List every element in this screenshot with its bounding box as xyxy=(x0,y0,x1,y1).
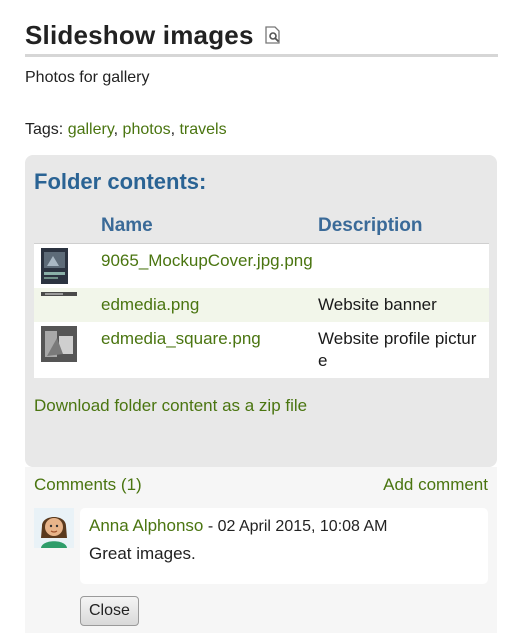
comment-meta: Anna Alphonso - 02 April 2015, 10:08 AM xyxy=(89,516,479,536)
page-description: Photos for gallery xyxy=(25,69,150,86)
table-row: edmedia_square.png Website profile pictu… xyxy=(34,322,489,378)
download-zip-link[interactable]: Download folder content as a zip file xyxy=(34,396,307,415)
comment-separator: - xyxy=(203,518,218,535)
name-cell: edmedia.png xyxy=(101,288,318,322)
page: Slideshow images Photos for gallery Tags… xyxy=(0,0,512,640)
header-name: Name xyxy=(101,215,318,244)
thumb-cell xyxy=(34,288,101,322)
close-button[interactable]: Close xyxy=(80,596,139,626)
name-cell: edmedia_square.png xyxy=(101,322,318,378)
header-description: Description xyxy=(318,215,489,244)
comments-count-link[interactable]: Comments (1) xyxy=(34,475,142,495)
tag-link-gallery[interactable]: gallery xyxy=(68,121,114,138)
download-line: Download folder content as a zip file xyxy=(34,396,488,416)
image-thumbnail-banner[interactable] xyxy=(41,292,77,296)
tags-line: Tags: gallery, photos, travels xyxy=(25,121,227,138)
file-link[interactable]: 9065_MockupCover.jpg.png xyxy=(101,251,313,270)
comment-date: 02 April 2015, 10:08 AM xyxy=(217,518,388,535)
file-table-header: Name Description xyxy=(34,215,489,244)
table-row: 9065_MockupCover.jpg.png xyxy=(34,243,489,288)
page-title: Slideshow images xyxy=(25,19,254,50)
thumb-cell xyxy=(34,243,101,288)
file-description xyxy=(318,243,489,288)
comments-header: Comments (1) Add comment xyxy=(34,475,488,495)
comments-section: Comments (1) Add comment Anna Alphonso -… xyxy=(25,467,497,633)
file-link[interactable]: edmedia_square.png xyxy=(101,329,261,348)
tag-link-photos[interactable]: photos xyxy=(123,121,171,138)
file-table: Name Description 9065_MockupCover.jpg.pn… xyxy=(34,215,489,378)
file-link[interactable]: edmedia.png xyxy=(101,295,199,314)
header-thumb xyxy=(34,215,101,244)
preview-icon[interactable] xyxy=(263,25,283,45)
folder-heading: Folder contents: xyxy=(34,169,207,194)
table-row: edmedia.png Website banner xyxy=(34,288,489,322)
file-description: Website profile picture xyxy=(318,322,489,378)
image-thumbnail-cover[interactable] xyxy=(41,248,68,284)
comment-author-link[interactable]: Anna Alphonso xyxy=(89,516,203,535)
title-row: Slideshow images xyxy=(25,0,498,57)
image-thumbnail-square[interactable] xyxy=(41,326,77,362)
add-comment-link[interactable]: Add comment xyxy=(383,475,488,495)
folder-panel: Folder contents: Name Description 9065_M… xyxy=(25,155,497,467)
avatar xyxy=(34,508,74,548)
comment-text: Great images. xyxy=(89,544,196,563)
comment-item: Anna Alphonso - 02 April 2015, 10:08 AM … xyxy=(34,508,488,584)
tags-label: Tags: xyxy=(25,121,64,138)
file-description: Website banner xyxy=(318,288,489,322)
name-cell: 9065_MockupCover.jpg.png xyxy=(101,243,318,288)
thumb-cell xyxy=(34,322,101,378)
comment-card: Anna Alphonso - 02 April 2015, 10:08 AM … xyxy=(80,508,488,584)
tag-link-travels[interactable]: travels xyxy=(179,121,226,138)
